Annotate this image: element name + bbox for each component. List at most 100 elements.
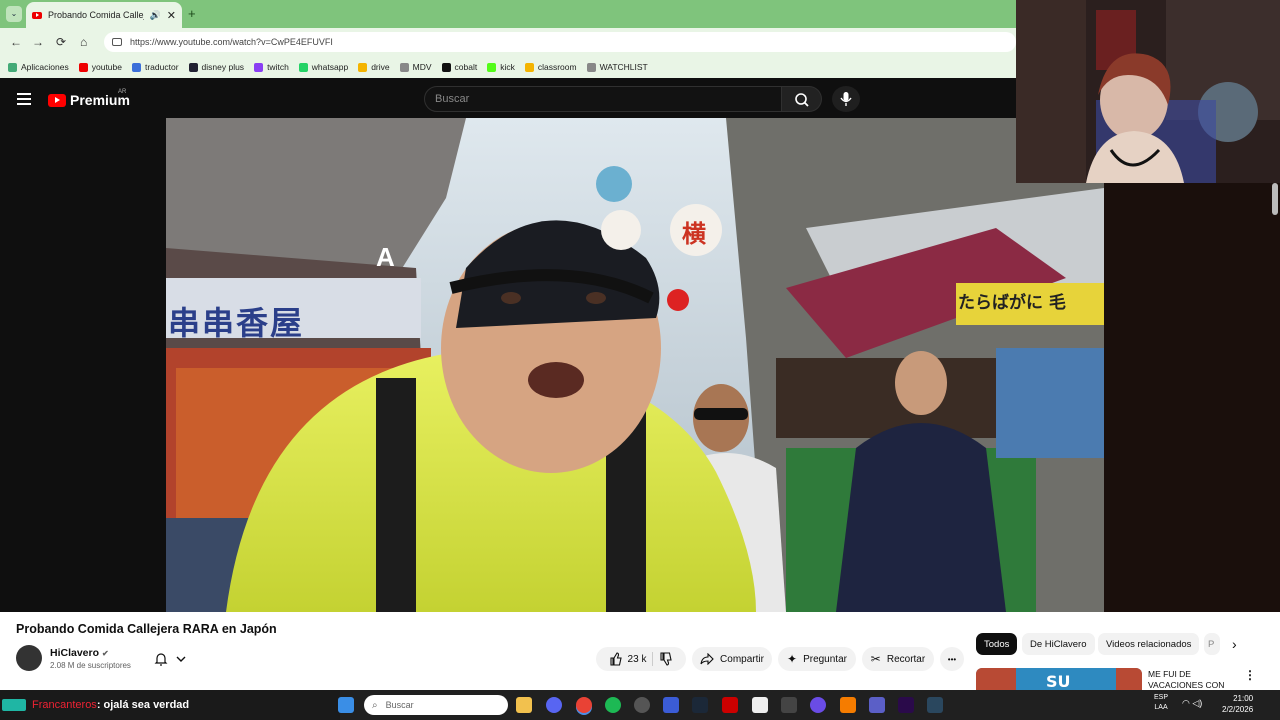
bookmark-icon (8, 62, 17, 72)
start-button[interactable] (338, 697, 354, 713)
chip-from-channel[interactable]: De HiClavero (1022, 633, 1095, 655)
bookmark-drive[interactable]: drive (358, 62, 390, 72)
youtube-play-icon (48, 93, 66, 107)
bookmark-whatsapp[interactable]: whatsapp (298, 62, 349, 72)
taskbar-search[interactable]: ⌕ Buscar (364, 695, 508, 715)
new-tab-button[interactable]: + (188, 6, 196, 21)
video-title: Probando Comida Callejera RARA en Japón (16, 622, 277, 636)
bell-icon (154, 653, 168, 666)
more-actions-button[interactable]: ••• (940, 647, 964, 671)
bookmark-icon (524, 62, 534, 72)
channel-name[interactable]: HiClavero ✔ (50, 647, 109, 659)
bookmarks-bar: Aplicaciones youtube traductor disney plus t… (0, 56, 1016, 78)
tab-title: Probando Comida Callejera (48, 10, 144, 20)
lang-line1: ESP (1154, 694, 1169, 701)
browser-tab-active[interactable]: Probando Comida Callejera 🔊 ✕ (26, 2, 182, 28)
red-app-icon[interactable] (722, 697, 738, 713)
bookmark-cobalt[interactable]: cobalt (441, 62, 478, 72)
capture-icon[interactable] (752, 697, 768, 713)
voice-search-button[interactable] (832, 86, 860, 112)
bookmark-label: whatsapp (311, 62, 349, 72)
lang-line2: LAA (1154, 704, 1168, 711)
bookmark-mdv[interactable]: MDV (399, 62, 432, 72)
share-button[interactable]: Compartir (692, 647, 772, 671)
forward-button[interactable]: → (32, 35, 44, 49)
page-scrollbar[interactable] (1272, 183, 1278, 215)
ask-button[interactable]: ✦ Preguntar (778, 647, 856, 671)
chip-next-partial[interactable]: P (1204, 633, 1220, 655)
menu-icon[interactable] (17, 93, 31, 105)
fl-studio-icon[interactable] (840, 697, 856, 713)
clock-date: 2/2/2026 (1222, 705, 1254, 714)
chip-all[interactable]: Todos (976, 633, 1018, 655)
steam-icon-2[interactable] (927, 697, 943, 713)
bookmark-label: twitch (267, 62, 289, 72)
tab-audio-icon[interactable]: 🔊 (150, 10, 161, 21)
notification-bell-button[interactable] (154, 648, 200, 670)
reload-button[interactable]: ⟳ (56, 35, 66, 49)
steam-icon[interactable] (692, 697, 708, 713)
bookmark-classroom[interactable]: classroom (524, 62, 577, 72)
obs-icon[interactable] (634, 697, 650, 713)
bookmark-twitch[interactable]: twitch (254, 62, 289, 72)
bookmark-kick[interactable]: kick (487, 62, 515, 72)
search-button[interactable] (782, 86, 822, 112)
search-input[interactable]: Buscar (424, 86, 782, 112)
thumbnail-image: SU (976, 668, 1142, 690)
address-bar[interactable]: https://www.youtube.com/watch?v=CwPE4EFU… (104, 32, 1016, 52)
subscriber-count: 2.08 M de suscriptores (50, 661, 131, 670)
channel-avatar[interactable] (16, 645, 42, 671)
bookmark-icon (399, 62, 409, 72)
chevron-right-icon[interactable]: › (1232, 636, 1237, 652)
bookmark-label: classroom (537, 62, 577, 72)
bookmark-icon (441, 62, 451, 72)
bookmark-aplicaciones[interactable]: Aplicaciones (8, 62, 69, 72)
stream-chat-overlay: Francanteros : ojalá sea verdad (0, 690, 340, 720)
app-icon[interactable] (663, 697, 679, 713)
recommended-title[interactable]: ME FUI DE VACACIONES CON (1148, 669, 1224, 691)
home-button[interactable]: ⌂ (80, 35, 87, 49)
ask-label: Preguntar (803, 653, 847, 665)
bookmark-label: youtube (91, 62, 122, 72)
like-button[interactable]: 23 k (609, 652, 646, 666)
discord-icon[interactable] (546, 697, 562, 713)
bookmark-label: drive (371, 62, 390, 72)
clip-button[interactable]: ✂ Recortar (862, 647, 934, 671)
tab-search-chevron-icon[interactable]: ⌄ (6, 6, 22, 22)
chip-related[interactable]: Videos relacionados (1098, 633, 1200, 655)
search-icon (795, 93, 809, 107)
scissors-icon: ✂ (870, 652, 881, 666)
bookmark-traductor[interactable]: traductor (131, 62, 179, 72)
spotify-icon[interactable] (605, 697, 621, 713)
wifi-volume-icons[interactable]: ◠ ◁) (1182, 698, 1202, 709)
gate-sign-letter: A (376, 242, 395, 272)
premiere-icon[interactable] (898, 697, 914, 713)
dislike-button[interactable] (659, 652, 673, 666)
svg-text:SU: SU (1046, 672, 1071, 690)
bookmark-icon (131, 62, 141, 72)
messenger-icon[interactable] (810, 697, 826, 713)
teams-icon[interactable] (869, 697, 885, 713)
bookmark-icon (254, 62, 264, 72)
webcam-frame (1016, 0, 1280, 183)
video-player[interactable]: 串串香屋 たらばがに 毛 横 A (166, 118, 1104, 612)
notion-icon[interactable] (781, 697, 797, 713)
tab-close-icon[interactable]: ✕ (167, 9, 176, 22)
back-button[interactable]: ← (10, 35, 22, 49)
bookmark-label: disney plus (201, 62, 245, 72)
bookmark-watchlist[interactable]: WATCHLIST (586, 62, 648, 72)
webcam-overlay (1016, 0, 1280, 183)
chrome-icon[interactable] (576, 697, 592, 713)
clock-time: 21:00 (1233, 694, 1254, 703)
bookmark-youtube[interactable]: youtube (78, 62, 122, 72)
site-info-icon[interactable] (112, 38, 122, 46)
kebab-menu-icon[interactable]: ⋮ (1244, 668, 1256, 682)
recommended-thumbnail[interactable]: SU (976, 668, 1142, 690)
bookmark-icon (487, 62, 497, 72)
region-code: AR (118, 89, 127, 95)
file-explorer-icon[interactable] (516, 697, 532, 713)
system-clock[interactable]: 21:00 2/2/2026 (1222, 693, 1253, 715)
bookmark-label: cobalt (454, 62, 478, 72)
language-indicator[interactable]: ESP LAA (1154, 693, 1168, 713)
bookmark-disney-plus[interactable]: disney plus (188, 62, 245, 72)
